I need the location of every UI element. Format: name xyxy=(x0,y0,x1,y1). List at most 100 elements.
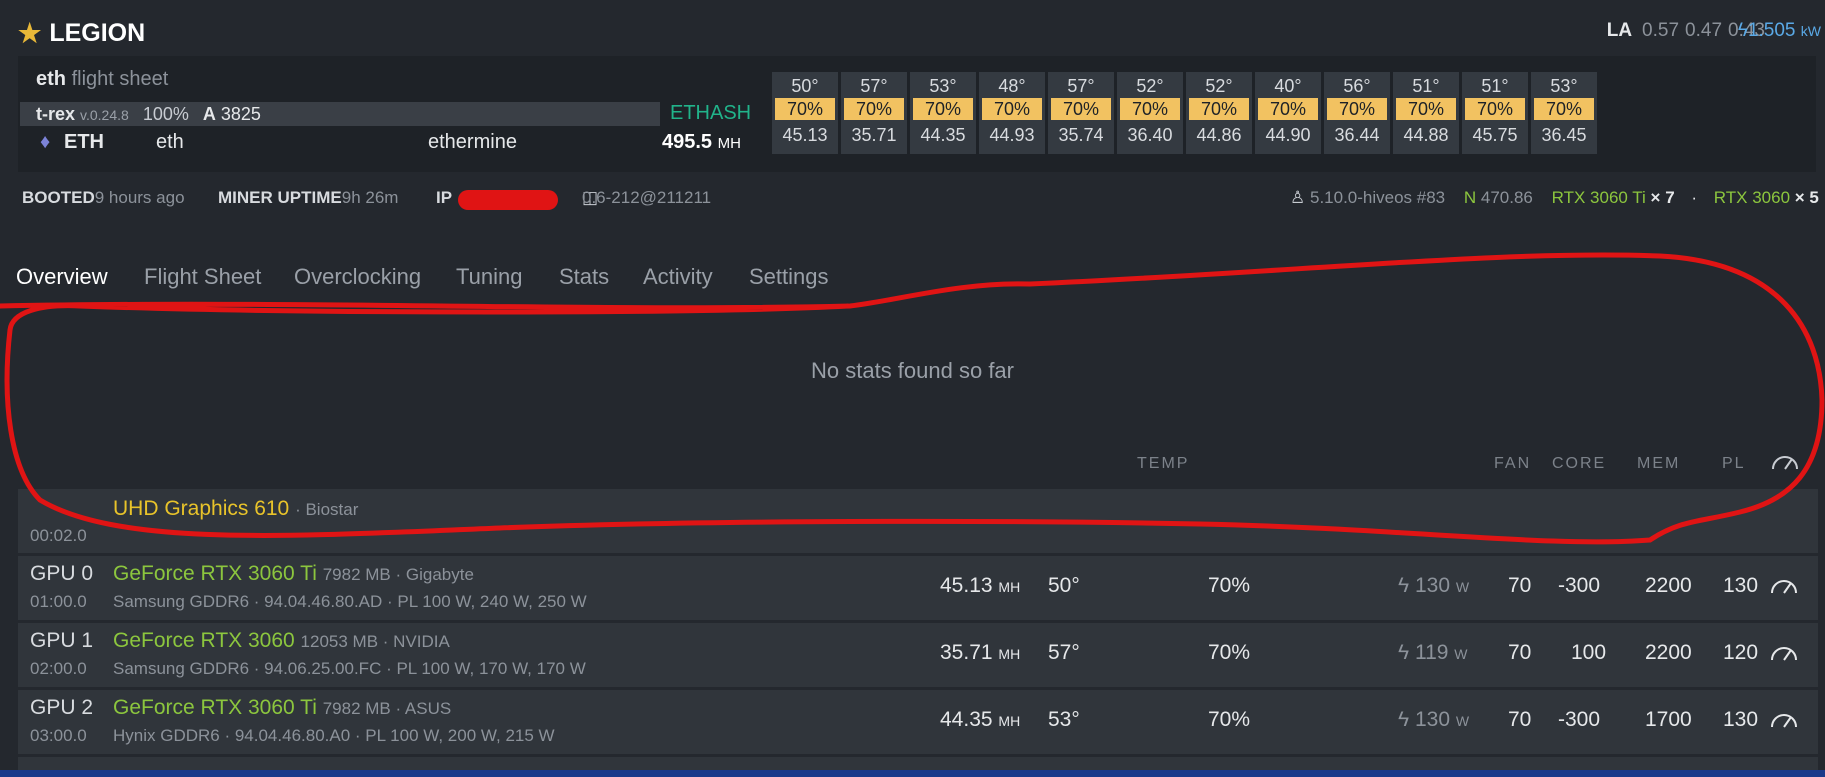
igpu-bus: 00:02.0 xyxy=(30,526,87,545)
gpu-mem-clock: 2200 xyxy=(1645,641,1692,664)
booted-label: BOOTED xyxy=(22,188,95,207)
miner-name: t-rex xyxy=(36,103,76,124)
gpu-model-a: RTX 3060 Ti xyxy=(1551,188,1646,207)
gpu-fan: 70% xyxy=(1208,641,1251,664)
tile-hash: 45.75 xyxy=(1472,125,1518,145)
tile-fan: 70% xyxy=(1120,98,1180,120)
tile-temp: 57° xyxy=(860,76,888,96)
bolt-icon: ϟ xyxy=(1398,641,1410,664)
gpu-name: GPU 0 xyxy=(30,562,94,585)
linux-icon: ♙ xyxy=(1290,188,1306,207)
accepted-label: A xyxy=(202,103,216,124)
empty-stats-message: No stats found so far xyxy=(811,358,1014,383)
gpu-tile[interactable]: 40° 70% 44.90 xyxy=(1255,72,1321,154)
igpu-model: UHD Graphics 610 · Biostar xyxy=(113,497,358,521)
tab-overclocking[interactable]: Overclocking xyxy=(294,264,421,290)
tile-temp: 48° xyxy=(998,76,1026,96)
tab-stats[interactable]: Stats xyxy=(559,264,609,290)
gpu-hash-unit: MH xyxy=(998,713,1021,729)
gpu-mem-clock: 1700 xyxy=(1645,708,1692,731)
tab-activity[interactable]: Activity xyxy=(643,264,713,290)
tile-fan: 70% xyxy=(1258,98,1318,120)
gpu-vram: 7982 MB · ASUS xyxy=(322,699,452,718)
tile-temp: 40° xyxy=(1274,76,1302,96)
miner-version: v.0.24.8 xyxy=(80,106,129,123)
gpu-watt: 119 xyxy=(1414,641,1449,664)
gpu-hash-unit: MH xyxy=(998,646,1021,662)
tile-temp: 52° xyxy=(1136,76,1164,96)
tile-fan: 70% xyxy=(1534,98,1594,120)
col-mem: MEM xyxy=(1637,455,1681,472)
gpu-tile[interactable]: 57° 70% 35.71 xyxy=(841,72,907,154)
gpu-tile[interactable]: 51° 70% 45.75 xyxy=(1462,72,1528,154)
igpu-row[interactable]: 00:02.0 UHD Graphics 610 · Biostar xyxy=(18,488,1818,553)
gpu-tile[interactable]: 53° 70% 36.45 xyxy=(1531,72,1597,154)
tile-temp: 56° xyxy=(1343,76,1371,96)
tile-fan: 70% xyxy=(1327,98,1387,120)
booted-value: 9 hours ago xyxy=(94,188,185,207)
gpu-vram: 7982 MB · Gigabyte xyxy=(322,565,474,584)
bottom-bar xyxy=(0,770,1825,777)
tile-temp: 50° xyxy=(791,76,819,96)
tab-settings[interactable]: Settings xyxy=(749,264,829,290)
gpu-tile[interactable]: 56° 70% 36.44 xyxy=(1324,72,1390,154)
gpu-tile[interactable]: 52° 70% 44.86 xyxy=(1186,72,1252,154)
tile-hash: 44.88 xyxy=(1403,125,1449,145)
gpu-tile[interactable]: 50° 70% 45.13 xyxy=(772,72,838,154)
gpu-count-b: × 5 xyxy=(1794,188,1819,207)
active-tab-indicator xyxy=(16,304,112,307)
driver-version: 470.86 xyxy=(1480,188,1533,207)
gpu-tile[interactable]: 48° 70% 44.93 xyxy=(979,72,1045,154)
power-value: 1.505 xyxy=(1747,20,1796,41)
tab-tuning[interactable]: Tuning xyxy=(456,264,522,290)
gauge-icon[interactable] xyxy=(1770,639,1798,663)
wallet-name[interactable]: eth xyxy=(156,131,184,154)
coin-name: ETH xyxy=(64,131,104,153)
gpu-bus: 03:00.0 xyxy=(30,726,87,745)
tile-fan: 70% xyxy=(982,98,1042,120)
tile-hash: 44.35 xyxy=(920,125,966,145)
power-readout: ϟ1.505 kW xyxy=(1738,20,1821,42)
gpu-hash: 35.71 xyxy=(940,641,993,664)
gauge-icon[interactable] xyxy=(1770,706,1798,730)
gpu-mem-info: Samsung GDDR6 · 94.06.25.00.FC · PL 100 … xyxy=(113,659,586,678)
gpu-fan-setting: 70 xyxy=(1508,708,1532,731)
gpu-row[interactable]: GPU 1 02:00.0 GeForce RTX 3060 12053 MB … xyxy=(18,622,1818,687)
col-pl: PL xyxy=(1722,455,1746,472)
gpu-power-limit: 130 xyxy=(1723,574,1759,597)
gpu-fan: 70% xyxy=(1208,708,1251,731)
gpu-model: GeForce RTX 3060 12053 MB · NVIDIA xyxy=(113,629,450,653)
la-value-2: 0.47 xyxy=(1685,20,1723,41)
tile-fan: 70% xyxy=(1465,98,1525,120)
ip-redaction xyxy=(458,190,558,210)
gpu-row[interactable]: GPU 0 01:00.0 GeForce RTX 3060 Ti 7982 M… xyxy=(18,555,1818,620)
miner-percent: 100% xyxy=(142,103,189,124)
gpu-count-a: × 7 xyxy=(1650,188,1675,207)
gpu-tile[interactable]: 53° 70% 44.35 xyxy=(910,72,976,154)
gpu-model-name: GeForce RTX 3060 Ti xyxy=(113,562,317,585)
gauge-icon[interactable] xyxy=(1770,572,1798,596)
tab-overview[interactable]: Overview xyxy=(16,264,108,290)
tab-flight-sheet[interactable]: Flight Sheet xyxy=(144,264,261,290)
gpu-tile[interactable]: 51° 70% 44.88 xyxy=(1393,72,1459,154)
eth-icon: ♦ xyxy=(40,131,51,153)
gpu-row-partial[interactable] xyxy=(18,756,1818,771)
gpu-fan-setting: 70 xyxy=(1508,641,1532,664)
miner-bar[interactable]: t-rex v.0.24.8 100% A 3825 xyxy=(20,102,660,126)
gpu-tile[interactable]: 52° 70% 36.40 xyxy=(1117,72,1183,154)
tile-hash: 44.90 xyxy=(1265,125,1311,145)
gauge-icon[interactable] xyxy=(1770,450,1800,472)
power-unit: kW xyxy=(1800,23,1821,39)
flight-sheet-title[interactable]: eth flight sheet xyxy=(36,68,168,91)
star-icon[interactable]: ★ xyxy=(18,18,41,49)
gpu-name: GPU 2 xyxy=(30,696,94,719)
rig-title: ★ LEGION xyxy=(18,18,145,49)
gpu-tile[interactable]: 57° 70% 35.74 xyxy=(1048,72,1114,154)
gpu-hash: 45.13 xyxy=(940,574,993,597)
col-core: CORE xyxy=(1552,455,1607,472)
tile-fan: 70% xyxy=(1396,98,1456,120)
pool-name[interactable]: ethermine xyxy=(428,131,517,154)
gpu-row[interactable]: GPU 2 03:00.0 GeForce RTX 3060 Ti 7982 M… xyxy=(18,689,1818,754)
gpu-vram: 12053 MB · NVIDIA xyxy=(300,632,450,651)
uptime-label: MINER UPTIME xyxy=(218,188,342,207)
